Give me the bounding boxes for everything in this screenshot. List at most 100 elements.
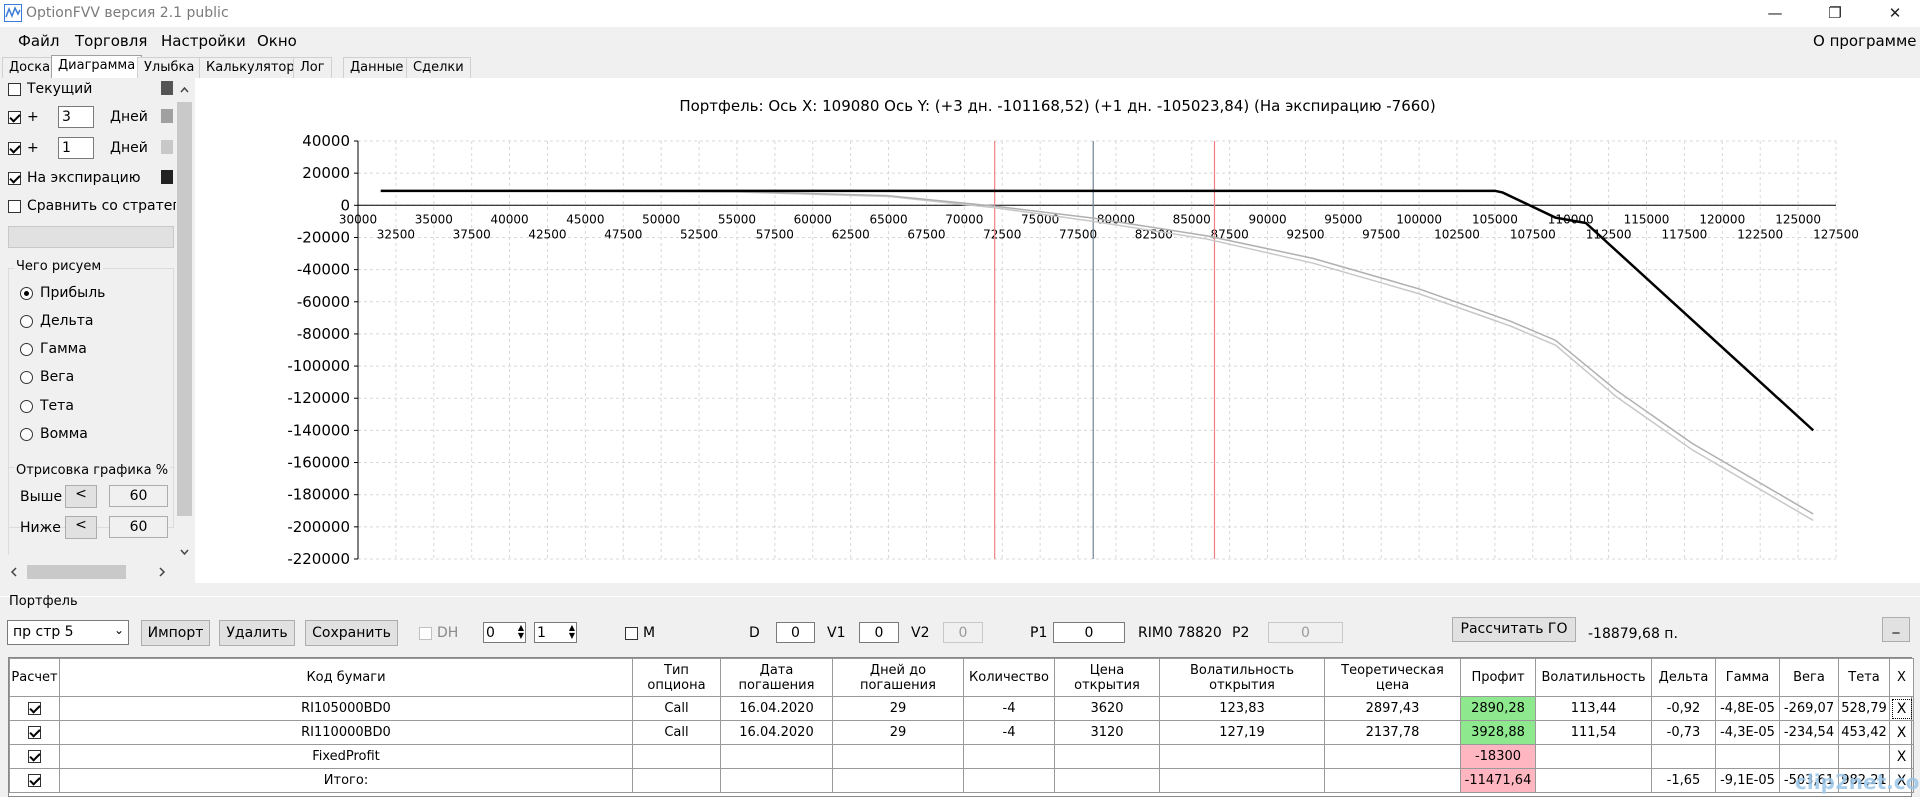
strategy-select[interactable] (8, 226, 174, 248)
days1-input[interactable]: 3 (58, 106, 94, 128)
current-checkbox[interactable] (8, 83, 21, 96)
cell-open[interactable]: 3120 (1054, 720, 1160, 745)
col-vol[interactable]: Волатильность (1535, 658, 1652, 697)
menu-trading[interactable]: Торговля (75, 32, 147, 50)
dh-spinner1[interactable]: 0 ▲ ▼ (483, 622, 526, 643)
scroll-down-arrow-icon[interactable] (180, 549, 189, 556)
d-input[interactable]: 0 (776, 622, 815, 643)
cell-qty[interactable]: -4 (963, 696, 1055, 721)
tab-calculator[interactable]: Калькулятор (199, 57, 302, 78)
radio-vomma[interactable] (20, 428, 33, 441)
tab-log[interactable]: Лог (293, 57, 332, 78)
spin-arrows-icon[interactable]: ▲ ▼ (569, 624, 575, 640)
save-button[interactable]: Сохранить (305, 620, 398, 646)
row-calc-checkbox[interactable] (9, 744, 60, 769)
col-profit[interactable]: Профит (1460, 658, 1536, 697)
radio-delta[interactable] (20, 315, 33, 328)
v1-input[interactable]: 0 (859, 622, 899, 643)
checkbox-icon[interactable] (28, 750, 41, 763)
cell-delta: -0,73 (1651, 720, 1716, 745)
checkbox-icon[interactable] (28, 774, 41, 787)
col-delta[interactable]: Дельта (1651, 658, 1716, 697)
col-vega[interactable]: Вега (1779, 658, 1839, 697)
delete-row-button[interactable]: X (1889, 744, 1914, 769)
v2-input[interactable]: 0 (943, 622, 983, 643)
p1-input[interactable]: 0 (1053, 622, 1125, 643)
expiry-checkbox[interactable] (8, 172, 21, 185)
p2-input[interactable]: 0 (1268, 622, 1343, 643)
col-calc[interactable]: Расчет (9, 658, 60, 697)
minimize-button[interactable]: — (1752, 0, 1798, 27)
scroll-left-arrow-icon[interactable] (10, 567, 17, 577)
days1-color-swatch[interactable] (161, 109, 173, 123)
tab-data[interactable]: Данные (343, 57, 411, 78)
col-open-vol[interactable]: Волатильность открытия (1159, 658, 1325, 697)
dh-spinner2[interactable]: 1 ▲ ▼ (534, 622, 577, 643)
plus-days2-checkbox[interactable] (8, 142, 21, 155)
days2-color-swatch[interactable] (161, 140, 173, 154)
payoff-chart[interactable]: 40000200000-20000-40000-60000-80000-1000… (195, 78, 1920, 583)
delete-button[interactable]: Удалить (219, 620, 295, 646)
dh-checkbox[interactable] (419, 627, 432, 640)
above-decrease-button[interactable]: < (65, 485, 97, 508)
import-button[interactable]: Импорт (141, 620, 210, 646)
cell-empty (632, 744, 721, 769)
col-theo-price[interactable]: Теоретическая цена (1324, 658, 1461, 697)
cell-open[interactable]: 3620 (1054, 696, 1160, 721)
row-calc-checkbox[interactable] (9, 768, 60, 793)
current-color-swatch[interactable] (161, 81, 173, 95)
restore-button[interactable]: ❐ (1812, 0, 1858, 27)
hscroll-thumb[interactable] (27, 565, 126, 579)
tab-deals[interactable]: Сделки (406, 57, 471, 78)
calculate-go-button[interactable]: Рассчитать ГО (1452, 617, 1576, 642)
radio-vomma-label: Вомма (40, 426, 88, 442)
col-x[interactable]: X (1889, 658, 1914, 697)
tab-board[interactable]: Доска (2, 57, 58, 78)
table-row[interactable]: RI110000BD0 Call 16.04.2020 29 -4 3120 1… (9, 720, 1914, 745)
col-type[interactable]: Тип опциона (632, 658, 721, 697)
menu-about[interactable]: О программе (1813, 32, 1917, 50)
col-open-price[interactable]: Цена открытия (1054, 658, 1160, 697)
cell-gamma: -4,8E-05 (1715, 696, 1780, 721)
radio-profit[interactable] (20, 287, 33, 300)
checkbox-icon[interactable] (28, 726, 41, 739)
checkbox-icon[interactable] (28, 702, 41, 715)
below-decrease-button[interactable]: < (65, 516, 97, 539)
col-qty[interactable]: Количество (963, 658, 1055, 697)
delete-row-button[interactable]: X (1889, 720, 1914, 745)
m-checkbox[interactable] (625, 627, 638, 640)
compare-checkbox[interactable] (8, 200, 21, 213)
left-panel-vertical-scrollbar[interactable] (176, 80, 193, 560)
delete-row-button[interactable]: X (1889, 696, 1914, 721)
radio-vega[interactable] (20, 371, 33, 384)
menu-settings[interactable]: Настройки (161, 32, 246, 50)
menu-window[interactable]: Окно (257, 32, 297, 50)
col-days[interactable]: Дней до погашения (832, 658, 964, 697)
expiry-color-swatch[interactable] (161, 170, 173, 184)
table-row[interactable]: RI105000BD0 Call 16.04.2020 29 -4 3620 1… (9, 696, 1914, 721)
radio-gamma[interactable] (20, 343, 33, 356)
plus-days1-checkbox[interactable] (8, 111, 21, 124)
menu-file[interactable]: Файл (18, 32, 59, 50)
table-row-total[interactable]: Итого: -11471,64 -1,65 -9,1E-05 -503,61 … (9, 768, 1914, 793)
table-row[interactable]: FixedProfit -18300 X (9, 744, 1914, 769)
col-date[interactable]: Дата погашения (720, 658, 833, 697)
col-code[interactable]: Код бумаги (59, 658, 633, 697)
col-gamma[interactable]: Гамма (1715, 658, 1780, 697)
spin-arrows-icon[interactable]: ▲ ▼ (518, 624, 524, 640)
vscroll-thumb[interactable] (177, 102, 192, 516)
minimize-portfolio-button[interactable]: _ (1882, 617, 1910, 642)
left-panel-horizontal-scrollbar[interactable] (0, 563, 176, 581)
tab-smile[interactable]: Улыбка (137, 57, 202, 78)
tab-diagram[interactable]: Диаграмма (51, 55, 143, 78)
days2-input[interactable]: 1 (58, 137, 94, 159)
row-calc-checkbox[interactable] (9, 696, 60, 721)
scroll-up-arrow-icon[interactable] (180, 86, 189, 93)
scroll-right-arrow-icon[interactable] (159, 567, 166, 577)
radio-theta[interactable] (20, 400, 33, 413)
row-calc-checkbox[interactable] (9, 720, 60, 745)
close-window-button[interactable]: ✕ (1872, 0, 1918, 27)
cell-qty[interactable]: -4 (963, 720, 1055, 745)
col-theta[interactable]: Тета (1838, 658, 1890, 697)
portfolio-select[interactable]: пр стр 5 ⌄ (7, 620, 129, 645)
